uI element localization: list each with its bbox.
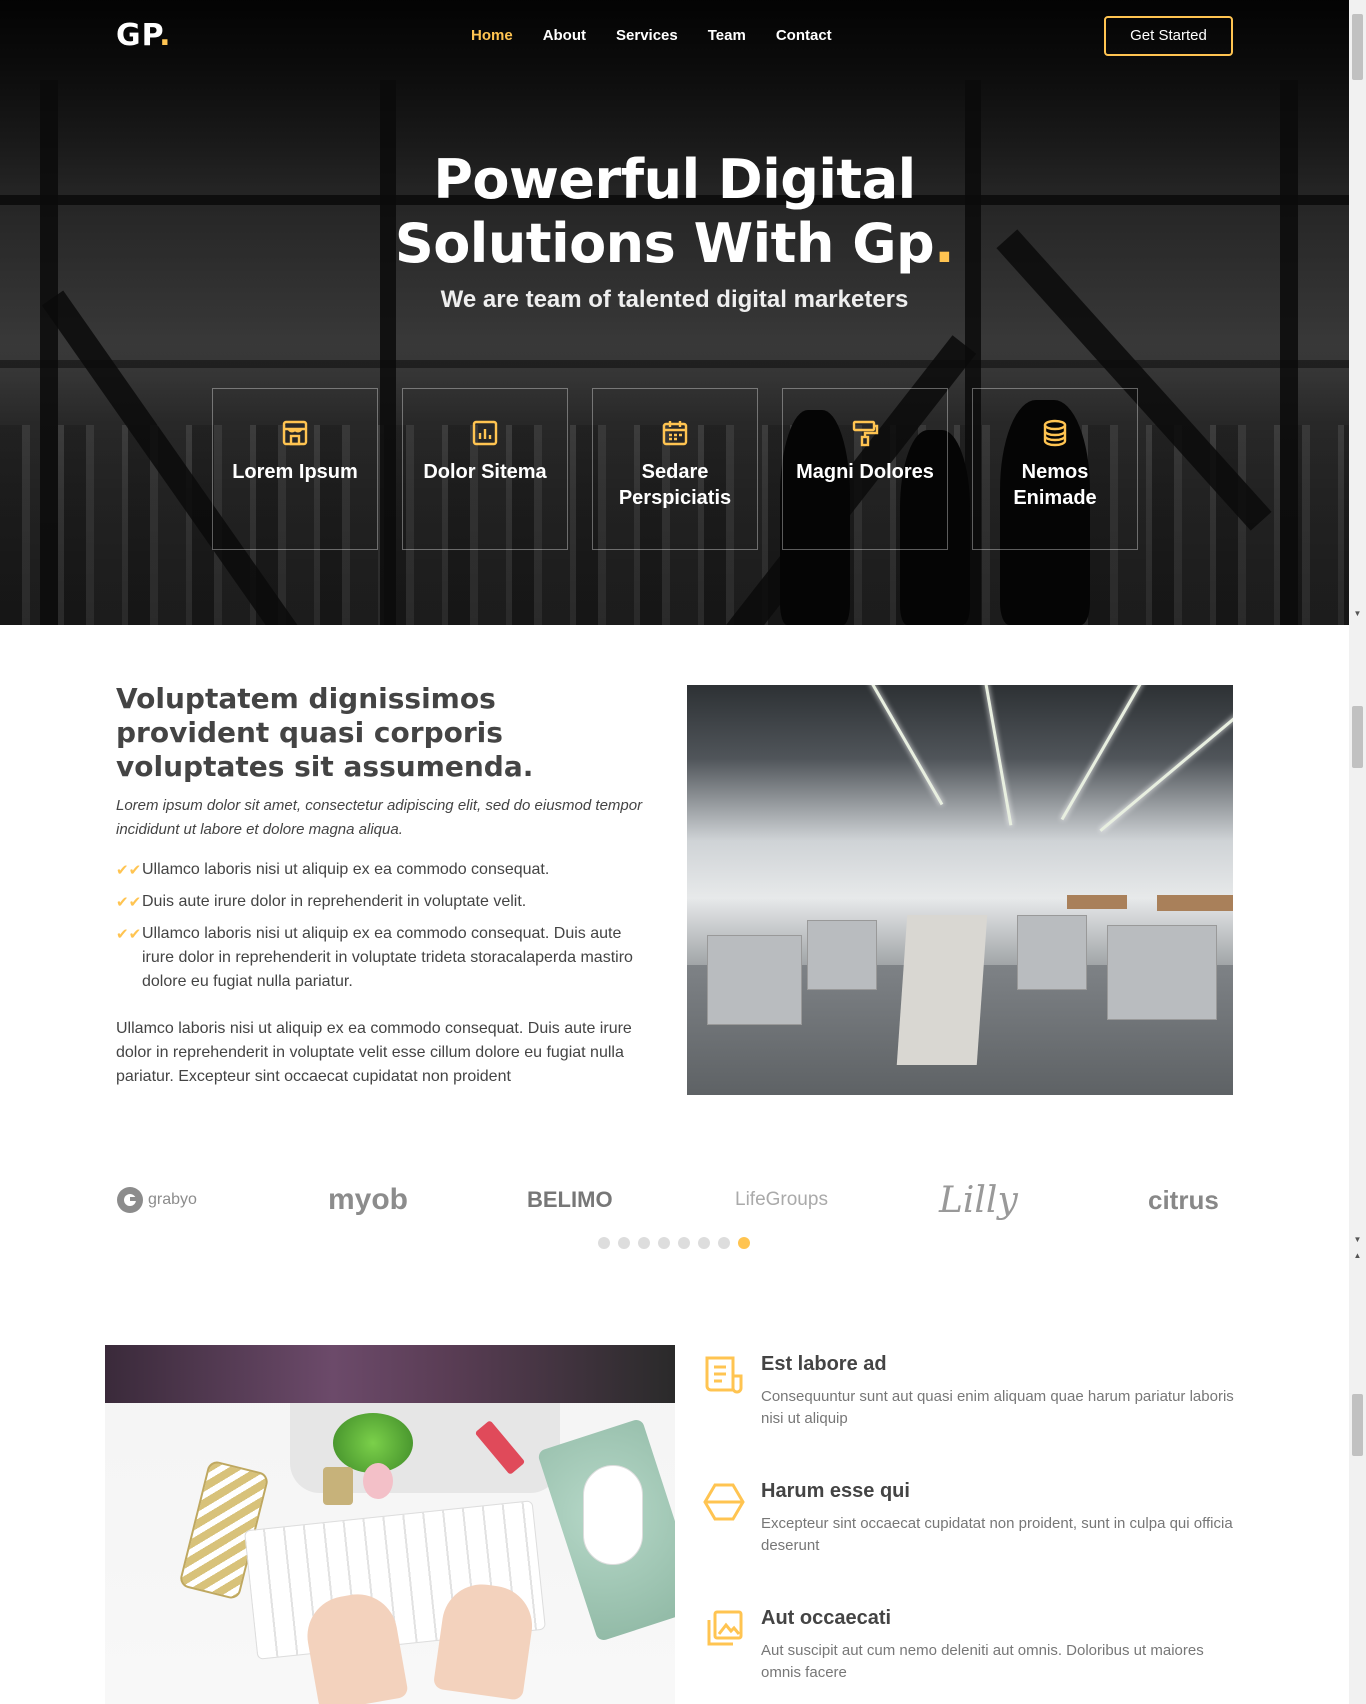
- scrollbar-thumb[interactable]: [1352, 706, 1363, 768]
- client-logo-citrus[interactable]: citrus: [1148, 1172, 1238, 1228]
- glitter-bottle: [323, 1467, 353, 1505]
- site-header: GP. Home About Services Team Contact Get…: [0, 0, 1349, 72]
- about-check-list: ✔✔ Ullamco laboris nisi ut aliquip ex ea …: [116, 858, 656, 1002]
- carousel-dot[interactable]: [598, 1237, 610, 1249]
- carousel-pagination: [598, 1237, 750, 1249]
- main-nav: Home About Services Team Contact: [456, 26, 847, 46]
- client-logo-belimo[interactable]: BELIMO: [527, 1172, 617, 1228]
- client-logo-grabyo[interactable]: grabyo: [116, 1172, 206, 1228]
- scroll-down-arrow[interactable]: ▼: [1349, 1234, 1366, 1246]
- desk-pod: [1107, 925, 1217, 1020]
- carousel-dot[interactable]: [698, 1237, 710, 1249]
- window-frame: [0, 360, 1349, 368]
- about-intro: Lorem ipsum dolor sit amet, consectetur …: [116, 797, 643, 838]
- icon-box-dolor-sitema[interactable]: Dolor Sitema: [402, 388, 568, 550]
- carousel-dot[interactable]: [658, 1237, 670, 1249]
- monitor-screen: [105, 1345, 675, 1403]
- get-started-button[interactable]: Get Started: [1104, 16, 1233, 56]
- logo[interactable]: GP.: [116, 18, 172, 53]
- nav-about[interactable]: About: [528, 26, 601, 46]
- mouse: [583, 1465, 643, 1565]
- icon-box-sedare-perspiciatis[interactable]: Sedare Perspiciatis: [592, 388, 758, 550]
- cube-icon: [703, 1483, 745, 1521]
- hero-section: GP. Home About Services Team Contact Get…: [0, 0, 1349, 625]
- about-title: Voluptatem dignissimos provident quasi c…: [116, 682, 534, 783]
- double-check-icon: ✔✔: [116, 894, 142, 911]
- hero-icon-boxes: Lorem Ipsum Dolor Sitema Sedare Perspici…: [212, 388, 1138, 550]
- receipt-icon: [705, 1356, 743, 1394]
- check-list-item: ✔✔ Duis aute irure dolor in reprehenderit…: [116, 890, 656, 914]
- client-logo-myob[interactable]: myob: [328, 1172, 418, 1228]
- images-icon: [707, 1610, 743, 1646]
- scroll-down-arrow[interactable]: ▼: [1349, 608, 1366, 620]
- nail-polish: [363, 1463, 393, 1499]
- paint-roller-icon: [852, 420, 879, 447]
- ceiling-light: [981, 685, 1013, 826]
- hero-title: Powerful Digital Solutions With Gp.: [394, 148, 955, 275]
- scrollbar-thumb[interactable]: [1352, 1394, 1363, 1456]
- client-logo-lifegroups[interactable]: LifeGroups: [735, 1172, 835, 1228]
- desk-pod: [707, 935, 802, 1025]
- about-paragraph: Ullamco laboris nisi ut aliquip ex ea co…: [116, 1020, 632, 1085]
- carousel-dot[interactable]: [638, 1237, 650, 1249]
- clients-carousel: grabyo myob BELIMO LifeGroups Lilly citr…: [116, 1172, 1233, 1228]
- database-icon: [1043, 419, 1067, 447]
- nav-team[interactable]: Team: [693, 26, 761, 46]
- client-logo-lilly[interactable]: Lilly: [939, 1172, 1039, 1228]
- wood-panel: [1067, 895, 1127, 909]
- workspace-photo: [105, 1345, 675, 1704]
- calendar-icon: [662, 421, 688, 446]
- ceiling-light: [850, 685, 944, 806]
- double-check-icon: ✔✔: [116, 862, 142, 879]
- nav-services[interactable]: Services: [601, 26, 693, 46]
- carousel-dot[interactable]: [618, 1237, 630, 1249]
- icon-box-magni-dolores[interactable]: Magni Dolores: [782, 388, 948, 550]
- nav-contact[interactable]: Contact: [761, 26, 847, 46]
- grabyo-icon: [117, 1187, 143, 1213]
- wood-panel: [1157, 895, 1233, 911]
- check-list-item: ✔✔ Ullamco laboris nisi ut aliquip ex ea …: [116, 858, 656, 882]
- bar-chart-icon: [472, 420, 498, 446]
- icon-box-lorem-ipsum[interactable]: Lorem Ipsum: [212, 388, 378, 550]
- hero-subtitle: We are team of talented digital marketer…: [440, 286, 909, 313]
- desk-pod: [807, 920, 877, 990]
- double-check-icon: ✔✔: [116, 926, 142, 943]
- store-icon: [282, 420, 308, 446]
- check-list-item: ✔✔ Ullamco laboris nisi ut aliquip ex ea …: [116, 925, 633, 990]
- desk-pod: [1017, 915, 1087, 990]
- office-desk: [896, 915, 988, 1065]
- carousel-dot-active[interactable]: [738, 1237, 750, 1249]
- carousel-dot[interactable]: [718, 1237, 730, 1249]
- nav-home[interactable]: Home: [456, 26, 528, 46]
- page-scrollbar[interactable]: ▼ ▼ ▲: [1349, 0, 1366, 1704]
- office-photo: [687, 685, 1233, 1095]
- scrollbar-thumb[interactable]: [1352, 14, 1363, 80]
- scroll-up-arrow[interactable]: ▲: [1349, 1250, 1366, 1262]
- carousel-dot[interactable]: [678, 1237, 690, 1249]
- icon-box-nemos-enimade[interactable]: Nemos Enimade: [972, 388, 1138, 550]
